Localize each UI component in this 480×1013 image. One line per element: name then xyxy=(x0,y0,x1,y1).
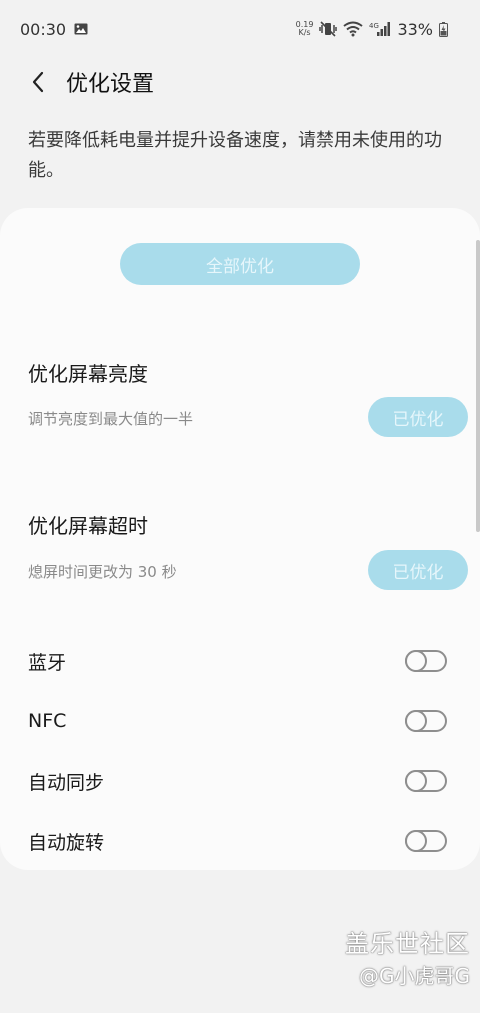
toggle-knob xyxy=(405,650,427,672)
status-right: 0.19 K/s 4G 33% xyxy=(296,20,448,39)
bluetooth-toggle[interactable] xyxy=(405,650,447,672)
status-bar: 00:30 0.19 K/s 4G 33% xyxy=(0,0,480,58)
optimize-brightness-button[interactable]: 已优化 xyxy=(368,397,468,437)
status-left: 00:30 xyxy=(20,20,88,39)
optimize-all-button[interactable]: 全部优化 xyxy=(120,243,360,285)
battery-percent: 33% xyxy=(397,19,433,39)
optimize-brightness-title: 优化屏幕亮度 xyxy=(28,362,148,386)
nfc-toggle[interactable] xyxy=(405,710,447,732)
auto-rotate-toggle[interactable] xyxy=(405,830,447,852)
toggle-label-nfc: NFC xyxy=(28,710,67,732)
watermark-author: @G小虎哥G xyxy=(359,964,470,988)
mute-vibrate-icon xyxy=(319,21,338,37)
back-button[interactable] xyxy=(18,62,58,102)
optimize-timeout-title: 优化屏幕超时 xyxy=(28,514,148,538)
net-speed: 0.19 K/s xyxy=(296,21,314,37)
network-type-label: 4G xyxy=(369,22,379,30)
toggle-label-auto-rotate: 自动旋转 xyxy=(28,831,105,854)
status-time: 00:30 xyxy=(20,19,67,39)
auto-sync-toggle[interactable] xyxy=(405,770,447,792)
net-speed-unit: K/s xyxy=(298,28,311,37)
optimize-brightness-subtitle: 调节亮度到最大值的一半 xyxy=(28,410,194,428)
app-header: 优化设置 xyxy=(0,58,480,106)
watermark-community: 盖乐世社区 xyxy=(345,930,470,958)
back-arrow-icon xyxy=(31,71,45,93)
optimize-timeout-button[interactable]: 已优化 xyxy=(368,550,468,590)
toggle-row-nfc[interactable]: NFC xyxy=(0,691,480,751)
signal-icon: 4G xyxy=(369,21,391,37)
toggle-row-auto-sync[interactable]: 自动同步 xyxy=(0,751,480,811)
toggle-knob xyxy=(405,710,427,732)
toggle-knob xyxy=(405,770,427,792)
scroll-indicator[interactable] xyxy=(476,240,480,532)
toggle-label-auto-sync: 自动同步 xyxy=(28,771,105,794)
toggle-label-bluetooth: 蓝牙 xyxy=(28,651,67,674)
wifi-icon xyxy=(343,21,364,37)
page-title: 优化设置 xyxy=(66,72,155,97)
image-icon xyxy=(74,23,88,35)
toggle-row-bluetooth[interactable]: 蓝牙 xyxy=(0,631,480,691)
optimize-timeout-subtitle: 熄屏时间更改为 30 秒 xyxy=(28,563,177,581)
toggle-knob xyxy=(405,830,427,852)
toggle-row-auto-rotate[interactable]: 自动旋转 xyxy=(0,811,480,871)
watermark: 盖乐世社区 @G小虎哥G xyxy=(345,928,470,992)
page-description: 若要降低耗电量并提升设备速度，请禁用未使用的功能。 xyxy=(28,130,442,181)
battery-charging-icon xyxy=(439,21,448,37)
